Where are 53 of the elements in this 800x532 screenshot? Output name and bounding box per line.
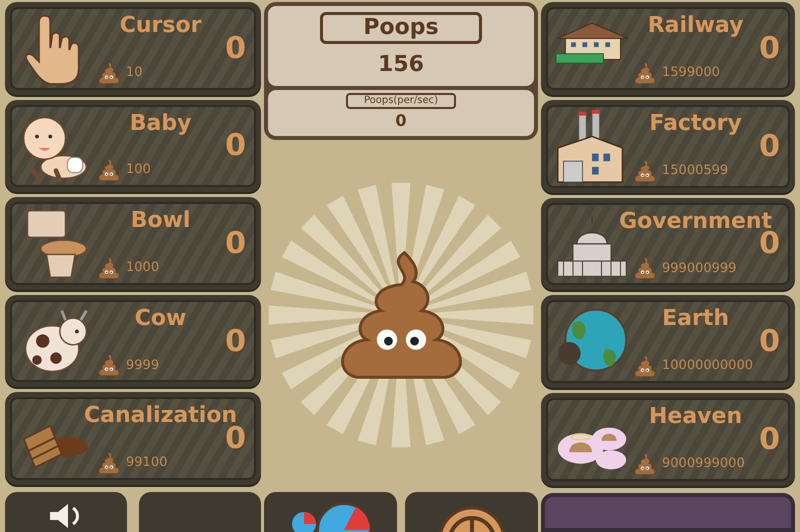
- upgrade-cost: 10000000000: [662, 357, 753, 376]
- poop-icon: [96, 62, 122, 84]
- menu-button[interactable]: [139, 492, 261, 532]
- upgrade-name: Cow: [134, 306, 186, 332]
- upgrade-card[interactable]: Factory 15000599 0: [541, 100, 795, 193]
- upgrade-name: Bowl: [130, 208, 190, 234]
- poop-icon: [632, 257, 658, 280]
- upgrade-cost: 100: [126, 161, 151, 180]
- upgrade-name: Baby: [130, 110, 192, 137]
- upgrade-cost: 99100: [126, 454, 168, 472]
- upgrade-cost: 9000999000: [662, 455, 745, 474]
- upgrade-count: 0: [759, 420, 780, 459]
- upgrade-count: 0: [225, 322, 246, 361]
- upgrade-card[interactable]: Baby 100 0: [5, 100, 261, 192]
- upgrade-cost: 15000599: [662, 162, 728, 180]
- upgrade-name: Cursor: [120, 13, 202, 39]
- upgrade-cost: 10: [126, 64, 143, 82]
- upgrade-count: 0: [759, 128, 780, 166]
- poop-icon: [632, 160, 658, 182]
- upgrade-count: 0: [225, 30, 246, 68]
- upgrade-cost: 999000999: [662, 260, 736, 278]
- upgrade-card[interactable]: Heaven 9000999000 0: [541, 393, 795, 486]
- upgrade-count: 0: [225, 224, 246, 263]
- upgrade-count: 0: [225, 127, 246, 166]
- poops-title: Poops: [320, 12, 482, 44]
- poop-icon: [96, 354, 122, 376]
- upgrade-card[interactable]: Earth 10000000000 0: [541, 295, 795, 388]
- rate-value: 0: [395, 110, 407, 132]
- poop-icon: [632, 62, 658, 84]
- poop-icon: [96, 159, 122, 182]
- upgrade-card[interactable]: Railway 1599000 0: [541, 2, 795, 95]
- upgrade-name: Railway: [648, 13, 744, 39]
- poop-icon: [96, 452, 122, 474]
- upgrade-card[interactable]: Cow 9999 0: [5, 294, 261, 388]
- sound-button[interactable]: [5, 492, 127, 532]
- poops-total: 156: [378, 50, 424, 78]
- upgrade-name: Heaven: [649, 404, 742, 430]
- rate-label: Poops(per/sec): [346, 93, 456, 109]
- stats-button[interactable]: [264, 492, 397, 532]
- poop-icon: [632, 452, 658, 475]
- upgrade-count: 0: [759, 323, 780, 362]
- poop-icon: [632, 355, 658, 378]
- upgrade-count: 0: [759, 30, 780, 68]
- upgrade-cost: 9999: [126, 356, 160, 375]
- power-button[interactable]: [405, 492, 538, 532]
- upgrade-name: Earth: [662, 306, 730, 332]
- upgrade-cost: 1599000: [662, 64, 720, 82]
- upgrade-card[interactable]: Cursor 10 0: [5, 2, 261, 95]
- power-icon: [436, 504, 506, 532]
- upgrade-cost: 1000: [126, 259, 160, 278]
- upgrade-card[interactable]: Bowl 1000 0: [5, 197, 261, 290]
- poop-icon: [96, 256, 122, 279]
- upgrade-name: Factory: [649, 110, 742, 137]
